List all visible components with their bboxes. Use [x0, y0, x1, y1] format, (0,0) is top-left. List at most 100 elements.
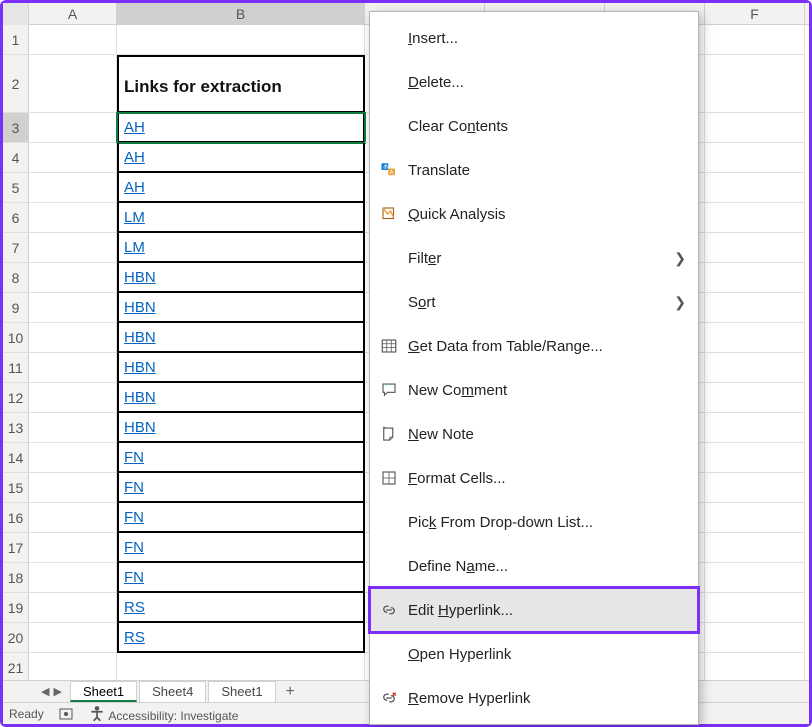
tab-nav[interactable]: ◀ ▶: [33, 681, 70, 702]
menu-format-cells[interactable]: Format Cells...: [370, 456, 698, 500]
menu-quick-analysis[interactable]: Quick Analysis: [370, 192, 698, 236]
hyperlink[interactable]: HBN: [124, 299, 156, 316]
cell[interactable]: FN: [117, 443, 365, 473]
cell[interactable]: [705, 533, 805, 563]
cell[interactable]: HBN: [117, 353, 365, 383]
menu-remove-hyperlink[interactable]: Remove Hyperlink: [370, 676, 698, 720]
select-all-corner[interactable]: [3, 3, 29, 25]
hyperlink[interactable]: LM: [124, 209, 145, 226]
cell[interactable]: [117, 653, 365, 683]
row-header[interactable]: 1: [3, 25, 29, 55]
cell[interactable]: [29, 143, 117, 173]
cell[interactable]: AH: [117, 143, 365, 173]
cell[interactable]: [705, 293, 805, 323]
chevron-left-icon[interactable]: ◀: [41, 685, 49, 698]
cell[interactable]: HBN: [117, 383, 365, 413]
cell[interactable]: LM: [117, 203, 365, 233]
cell[interactable]: HBN: [117, 323, 365, 353]
row-header[interactable]: 21: [3, 653, 29, 683]
cell[interactable]: [29, 233, 117, 263]
cell[interactable]: [29, 323, 117, 353]
row-header[interactable]: 13: [3, 413, 29, 443]
row-header[interactable]: 12: [3, 383, 29, 413]
row-header[interactable]: 19: [3, 593, 29, 623]
row-header[interactable]: 5: [3, 173, 29, 203]
hyperlink[interactable]: FN: [124, 539, 144, 556]
row-header[interactable]: 17: [3, 533, 29, 563]
cell[interactable]: [705, 623, 805, 653]
cell[interactable]: [705, 593, 805, 623]
menu-new-comment[interactable]: + New Comment: [370, 368, 698, 412]
hyperlink[interactable]: RS: [124, 599, 145, 616]
cell[interactable]: [705, 653, 805, 683]
cell[interactable]: [705, 323, 805, 353]
col-header-f[interactable]: F: [705, 3, 805, 24]
macro-record-icon[interactable]: [58, 706, 74, 722]
cell[interactable]: [29, 203, 117, 233]
menu-sort[interactable]: Sort ❯: [370, 280, 698, 324]
row-header[interactable]: 9: [3, 293, 29, 323]
cell[interactable]: [705, 55, 805, 113]
col-header-b[interactable]: B: [117, 3, 365, 24]
add-sheet-button[interactable]: +: [278, 681, 303, 702]
row-header[interactable]: 2: [3, 55, 29, 113]
cell[interactable]: [29, 413, 117, 443]
hyperlink[interactable]: HBN: [124, 269, 156, 286]
menu-open-hyperlink[interactable]: Open Hyperlink: [370, 632, 698, 676]
menu-delete[interactable]: Delete...: [370, 60, 698, 104]
cell[interactable]: [705, 473, 805, 503]
menu-insert[interactable]: Insert...: [370, 16, 698, 60]
hyperlink[interactable]: RS: [124, 629, 145, 646]
hyperlink[interactable]: FN: [124, 509, 144, 526]
cell[interactable]: LM: [117, 233, 365, 263]
row-header[interactable]: 10: [3, 323, 29, 353]
cell[interactable]: [29, 383, 117, 413]
cell[interactable]: RS: [117, 593, 365, 623]
cell[interactable]: [705, 383, 805, 413]
cell[interactable]: [29, 653, 117, 683]
row-header[interactable]: 14: [3, 443, 29, 473]
hyperlink[interactable]: FN: [124, 569, 144, 586]
hyperlink[interactable]: LM: [124, 239, 145, 256]
chevron-right-icon[interactable]: ▶: [53, 685, 61, 698]
cell[interactable]: [705, 25, 805, 55]
cell[interactable]: [29, 623, 117, 653]
cell[interactable]: [29, 443, 117, 473]
row-header[interactable]: 3: [3, 113, 29, 143]
hyperlink[interactable]: AH: [124, 119, 145, 136]
cell[interactable]: [705, 503, 805, 533]
col-header-a[interactable]: A: [29, 3, 117, 24]
row-header[interactable]: 11: [3, 353, 29, 383]
row-header[interactable]: 15: [3, 473, 29, 503]
hyperlink[interactable]: HBN: [124, 359, 156, 376]
cell[interactable]: [705, 263, 805, 293]
sheet-tab[interactable]: Sheet1: [208, 681, 275, 702]
cell[interactable]: AH: [117, 113, 365, 143]
cell[interactable]: [705, 563, 805, 593]
hyperlink[interactable]: AH: [124, 179, 145, 196]
hyperlink[interactable]: HBN: [124, 389, 156, 406]
hyperlink[interactable]: AH: [124, 149, 145, 166]
cell[interactable]: HBN: [117, 293, 365, 323]
cell[interactable]: FN: [117, 473, 365, 503]
cell[interactable]: FN: [117, 533, 365, 563]
row-header[interactable]: 7: [3, 233, 29, 263]
row-header[interactable]: 20: [3, 623, 29, 653]
menu-translate[interactable]: あA Translate: [370, 148, 698, 192]
cell[interactable]: [705, 413, 805, 443]
accessibility-status[interactable]: Accessibility: Investigate: [88, 705, 239, 723]
cell[interactable]: [29, 173, 117, 203]
hyperlink[interactable]: FN: [124, 479, 144, 496]
cell[interactable]: [117, 25, 365, 55]
cell[interactable]: [29, 293, 117, 323]
cell[interactable]: [705, 113, 805, 143]
cell[interactable]: [29, 25, 117, 55]
row-header[interactable]: 4: [3, 143, 29, 173]
cell[interactable]: [705, 173, 805, 203]
cell[interactable]: HBN: [117, 413, 365, 443]
row-header[interactable]: 6: [3, 203, 29, 233]
cell[interactable]: HBN: [117, 263, 365, 293]
cell[interactable]: [29, 563, 117, 593]
hyperlink[interactable]: HBN: [124, 329, 156, 346]
row-header[interactable]: 8: [3, 263, 29, 293]
